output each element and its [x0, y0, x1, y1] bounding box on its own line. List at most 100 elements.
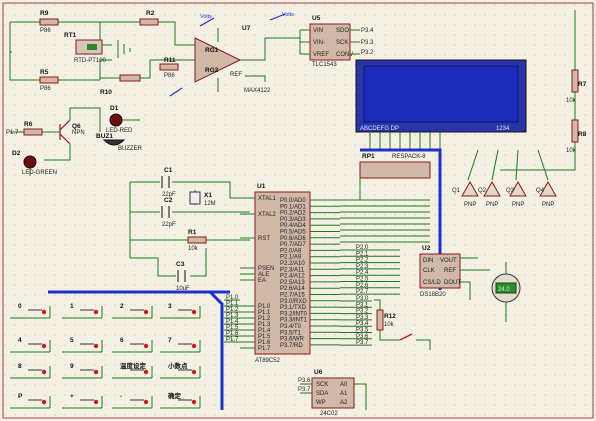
u1-right-pin-label: P3.6/WR [280, 337, 305, 343]
key-switch-13[interactable] [93, 399, 99, 405]
u5-label: U5 [312, 15, 321, 22]
p3-net-label: P3.4 [356, 321, 369, 327]
q3-label: Q3 [506, 188, 515, 194]
key-switch-6[interactable] [143, 343, 149, 349]
key-switch-4[interactable] [41, 343, 47, 349]
key-label: 3 [168, 303, 172, 310]
key-switch-10[interactable] [143, 369, 149, 375]
u6-net-p36: P3.6 [298, 378, 311, 384]
c1-label: C1 [164, 167, 173, 174]
u1-right-pin-label: P2.2/A10 [280, 261, 305, 267]
key-switch-7[interactable] [191, 343, 197, 349]
key-switch-2[interactable] [143, 309, 149, 315]
key-switch-5[interactable] [93, 343, 99, 349]
rtd-display [87, 44, 97, 50]
u6-pin-a1: A1 [340, 391, 348, 397]
resistor-r12[interactable] [376, 309, 384, 331]
u5-part: TLC1543 [312, 62, 337, 68]
u6-pin-wp: WP [316, 400, 326, 406]
u1-right-pin-label: P2.7/A15 [280, 293, 305, 299]
rt1-part: RTD-PT100 [74, 58, 107, 64]
r5-value: P86 [40, 86, 51, 92]
rp1-part: RESPACK-8 [392, 154, 426, 160]
r11-label: R11 [164, 57, 176, 64]
buz1-label: BUZ1 [96, 133, 113, 140]
resistor-r5[interactable] [39, 76, 59, 84]
meter-readout: 24.0 [498, 287, 510, 293]
key-switch-15[interactable] [191, 399, 197, 405]
u5-pin-sck: SCK [336, 40, 348, 46]
key-switch-14[interactable] [143, 399, 149, 405]
u5-pin-vin: VIN [313, 28, 323, 34]
opamp-a-label: RG1 [205, 47, 219, 54]
key-switch-1[interactable] [93, 309, 99, 315]
u2-pin-vout: VOUT [440, 258, 457, 264]
key-switch-12[interactable] [41, 399, 47, 405]
p3-net-label: P3.7 [356, 340, 369, 346]
u6-pin-sda: SDA [316, 391, 328, 397]
d1-label: D1 [110, 105, 119, 112]
key-switch-3[interactable] [191, 309, 197, 315]
key-switch-9[interactable] [93, 369, 99, 375]
key-label: 确定 [168, 391, 182, 400]
r5-label: R5 [40, 69, 49, 76]
r11-value: P86 [164, 73, 175, 79]
crystal-x1[interactable] [189, 191, 201, 205]
q1-label: Q1 [452, 188, 461, 194]
key-switch-11[interactable] [191, 369, 197, 375]
p2-net-label: P2.5 [356, 277, 369, 283]
u2-pin-clk: CLK [423, 268, 435, 274]
u1-right-pin-label: P0.1/AD1 [280, 204, 306, 210]
key-label: 5 [70, 337, 74, 344]
c2-label: C2 [164, 197, 173, 204]
display-segment-label: ABCDEFG DP [360, 126, 399, 132]
key-label: 8 [18, 363, 22, 370]
p3-net-label: P3.2 [356, 309, 369, 315]
key-switch-0[interactable] [41, 309, 47, 315]
d2-part: LED-GREEN [22, 170, 57, 176]
u6-pin-a2: A2 [340, 400, 348, 406]
q4-label: Q4 [536, 188, 545, 194]
u1-right-pin-label: P2.3/A11 [280, 267, 305, 273]
p3-net-label: P3.3 [356, 315, 369, 321]
key-label: + [70, 393, 74, 400]
r6-net: P1.7 [6, 130, 19, 136]
r9-value: P86 [40, 28, 51, 34]
u2-pin-ref: REF [444, 268, 456, 274]
resistor-r2[interactable] [139, 18, 159, 26]
resistor-r10[interactable] [119, 74, 141, 82]
key-label: 6 [120, 337, 124, 344]
resistor-r1[interactable] [187, 236, 207, 244]
resistor-r11[interactable] [159, 63, 179, 71]
c2-value: 22pF [162, 222, 176, 228]
resistor-r9[interactable] [39, 18, 59, 26]
p2-net-label: P2.1 [356, 251, 369, 257]
key-label: 小数点 [167, 361, 188, 370]
opamp-b-label: RG2 [205, 67, 219, 74]
u1-right-pin-label: P0.7/AD7 [280, 242, 306, 248]
key-label: 7 [168, 337, 172, 344]
u6-pin-sck: SCK [316, 382, 328, 388]
respack-rp1[interactable]: RP1 RESPACK-8 [359, 153, 431, 179]
x1-value: 12M [204, 201, 216, 207]
r7-label: R7 [578, 81, 587, 88]
probe-b-label: Volts [282, 12, 294, 18]
u1-right-pin-label: P3.2/INT0 [280, 311, 308, 317]
u1-part: AT89C52 [255, 358, 281, 364]
resistor-r6[interactable] [23, 128, 43, 136]
r9-label: R9 [40, 10, 49, 17]
p2-net-label: P2.2 [356, 258, 369, 264]
key-switch-8[interactable] [41, 369, 47, 375]
u1-left-pin-label: XTAL2 [258, 212, 277, 218]
u1-left-pin-label: P1.7 [258, 346, 271, 352]
u5-pin-sdo: SDO [336, 28, 349, 34]
r1-label: R1 [188, 229, 197, 236]
rp1-label: RP1 [362, 153, 375, 160]
u2-pin-dout: DOUT [444, 280, 461, 286]
r12-label: R12 [384, 313, 396, 320]
key-label: - [120, 393, 122, 400]
u5-pin-conv: CONV [336, 52, 353, 58]
r10-label: R10 [100, 89, 112, 96]
probe-a-label: Volts [200, 14, 212, 20]
c3-label: C3 [176, 261, 185, 268]
